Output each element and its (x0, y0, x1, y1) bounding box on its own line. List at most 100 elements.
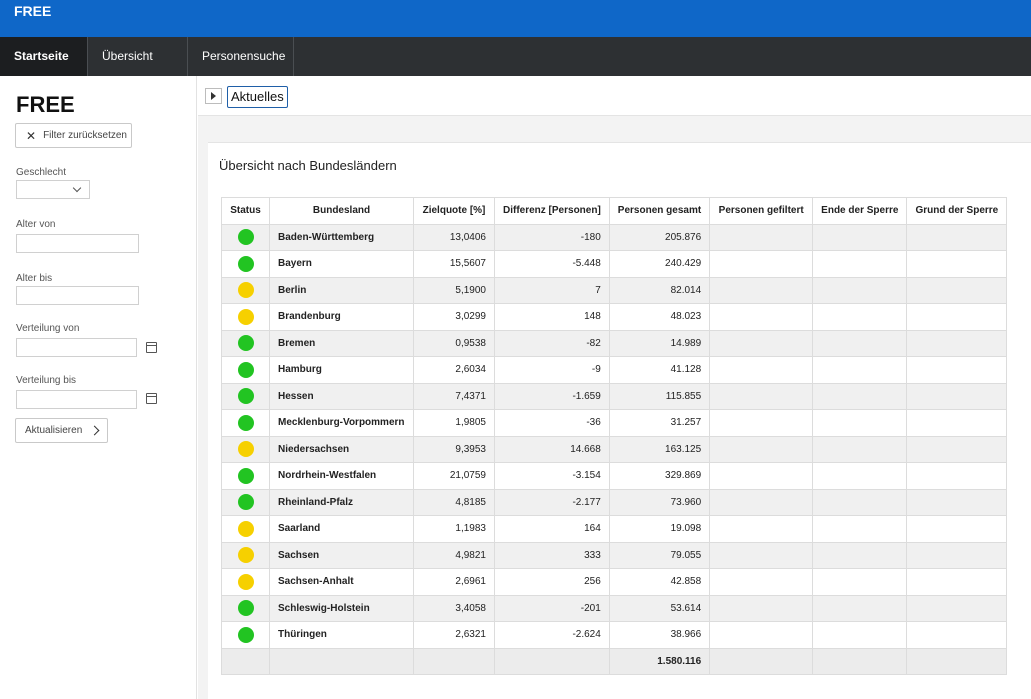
status-green-icon (237, 229, 254, 246)
table-total-row: 1.580.116 (221, 647, 1008, 675)
sidebar-title: FREE (16, 92, 75, 117)
differenz-cell: -180 (494, 223, 610, 251)
personen-gefiltert-cell (709, 488, 814, 516)
zielquote-cell: 4,8185 (413, 488, 495, 516)
bundesland-cell: Baden-Württemberg (269, 223, 414, 251)
bundesland-table: Status Bundesland Zielquote [%] Differen… (221, 197, 1008, 675)
zielquote-cell: 9,3953 (413, 435, 495, 463)
grund-sperre-cell (906, 356, 1008, 384)
differenz-cell: -36 (494, 409, 610, 437)
grund-sperre-cell (906, 621, 1008, 649)
col-grund-sperre[interactable]: Grund der Sperre (906, 197, 1008, 225)
ende-sperre-cell (812, 568, 908, 596)
grund-sperre-cell (906, 435, 1008, 463)
zielquote-cell: 15,5607 (413, 250, 495, 278)
calendar-icon[interactable] (146, 342, 157, 353)
col-personen-gesamt[interactable]: Personen gesamt (608, 197, 711, 225)
grund-sperre-cell (906, 541, 1008, 569)
grund-sperre-cell (906, 515, 1008, 543)
personen-gesamt-cell: 19.098 (608, 515, 711, 543)
bundesland-cell: Bremen (269, 329, 414, 357)
status (221, 621, 270, 649)
table-row: Thüringen 2,6321 -2.624 38.966 (221, 621, 1008, 649)
zielquote-cell: 3,0299 (413, 303, 495, 331)
ende-sperre-cell (812, 223, 908, 251)
personen-gefiltert-cell (709, 250, 814, 278)
bundesland-cell: Schleswig-Holstein (269, 594, 414, 622)
table-row: Brandenburg 3,0299 148 48.023 (221, 303, 1008, 331)
table-row: Hessen 7,4371 -1.659 115.855 (221, 382, 1008, 410)
col-differenz[interactable]: Differenz [Personen] (494, 197, 610, 225)
col-ende-sperre[interactable]: Ende der Sperre (812, 197, 908, 225)
main-content: Aktuelles Übersicht nach Bundesländern S… (198, 76, 1031, 699)
calendar-icon[interactable] (146, 393, 157, 404)
differenz-cell: -3.154 (494, 462, 610, 490)
status (221, 382, 270, 410)
table-row: Niedersachsen 9,3953 14.668 163.125 (221, 435, 1008, 463)
update-button[interactable]: Aktualisieren (15, 418, 108, 443)
col-personen-gefiltert[interactable]: Personen gefiltert (709, 197, 814, 225)
differenz-cell: 333 (494, 541, 610, 569)
bundesland-cell: Sachsen-Anhalt (269, 568, 414, 596)
ende-sperre-cell (812, 356, 908, 384)
filter-sidebar: FREE ✕ Filter zurücksetzen Geschlecht Al… (0, 76, 197, 699)
verteilung-von-input[interactable] (16, 338, 137, 357)
personen-gesamt-cell: 48.023 (608, 303, 711, 331)
status (221, 356, 270, 384)
bundesland-cell: Rheinland-Pfalz (269, 488, 414, 516)
table-row: Schleswig-Holstein 3,4058 -201 53.614 (221, 594, 1008, 622)
personen-gefiltert-cell (709, 356, 814, 384)
personen-gefiltert-cell (709, 621, 814, 649)
ende-sperre-cell (812, 276, 908, 304)
status-green-icon (237, 388, 254, 405)
bundesland-cell: Niedersachsen (269, 435, 414, 463)
alter-bis-input[interactable] (16, 286, 139, 305)
col-zielquote[interactable]: Zielquote [%] (413, 197, 495, 225)
grund-sperre-cell (906, 409, 1008, 437)
col-bundesland[interactable]: Bundesland (269, 197, 414, 225)
total-empty-cell (812, 647, 908, 675)
tab-uebersicht-bw[interactable]: Übersicht BW (88, 37, 187, 102)
tab-startseite[interactable]: Startseite (0, 37, 87, 76)
personen-gesamt-cell: 82.014 (608, 276, 711, 304)
ende-sperre-cell (812, 382, 908, 410)
total-empty-cell (413, 647, 495, 675)
grund-sperre-cell (906, 488, 1008, 516)
ende-sperre-cell (812, 594, 908, 622)
zielquote-cell: 2,6961 (413, 568, 495, 596)
aktuelles-link[interactable]: Aktuelles (227, 86, 288, 108)
grund-sperre-cell (906, 303, 1008, 331)
differenz-cell: -9 (494, 356, 610, 384)
nav-divider (293, 37, 294, 76)
personen-gefiltert-cell (709, 276, 814, 304)
verteilung-bis-input[interactable] (16, 390, 137, 409)
ende-sperre-cell (812, 488, 908, 516)
table-row: Rheinland-Pfalz 4,8185 -2.177 73.960 (221, 488, 1008, 516)
table-header-row: Status Bundesland Zielquote [%] Differen… (221, 197, 1008, 225)
geschlecht-select[interactable] (16, 180, 90, 199)
grund-sperre-cell (906, 276, 1008, 304)
differenz-cell: 14.668 (494, 435, 610, 463)
expand-toggle-icon[interactable] (205, 88, 222, 104)
personen-gesamt-cell: 31.257 (608, 409, 711, 437)
app-brand[interactable]: FREE (14, 3, 51, 19)
status (221, 435, 270, 463)
differenz-cell: -201 (494, 594, 610, 622)
tab-personensuche[interactable]: Personensuche (188, 37, 293, 76)
status-yellow-icon (237, 282, 254, 299)
status (221, 409, 270, 437)
status-yellow-icon (237, 573, 254, 590)
personen-gefiltert-cell (709, 409, 814, 437)
status-green-icon (237, 600, 254, 617)
reset-filter-button[interactable]: ✕ Filter zurücksetzen (15, 123, 132, 148)
status (221, 329, 270, 357)
personen-gesamt-cell: 53.614 (608, 594, 711, 622)
bundesland-cell: Hessen (269, 382, 414, 410)
alter-von-label: Alter von (16, 219, 56, 230)
personen-gesamt-cell: 329.869 (608, 462, 711, 490)
table-row: Baden-Württemberg 13,0406 -180 205.876 (221, 223, 1008, 251)
col-status[interactable]: Status (221, 197, 270, 225)
alter-von-input[interactable] (16, 234, 139, 253)
grund-sperre-cell (906, 568, 1008, 596)
bundesland-cell: Mecklenburg-Vorpommern (269, 409, 414, 437)
